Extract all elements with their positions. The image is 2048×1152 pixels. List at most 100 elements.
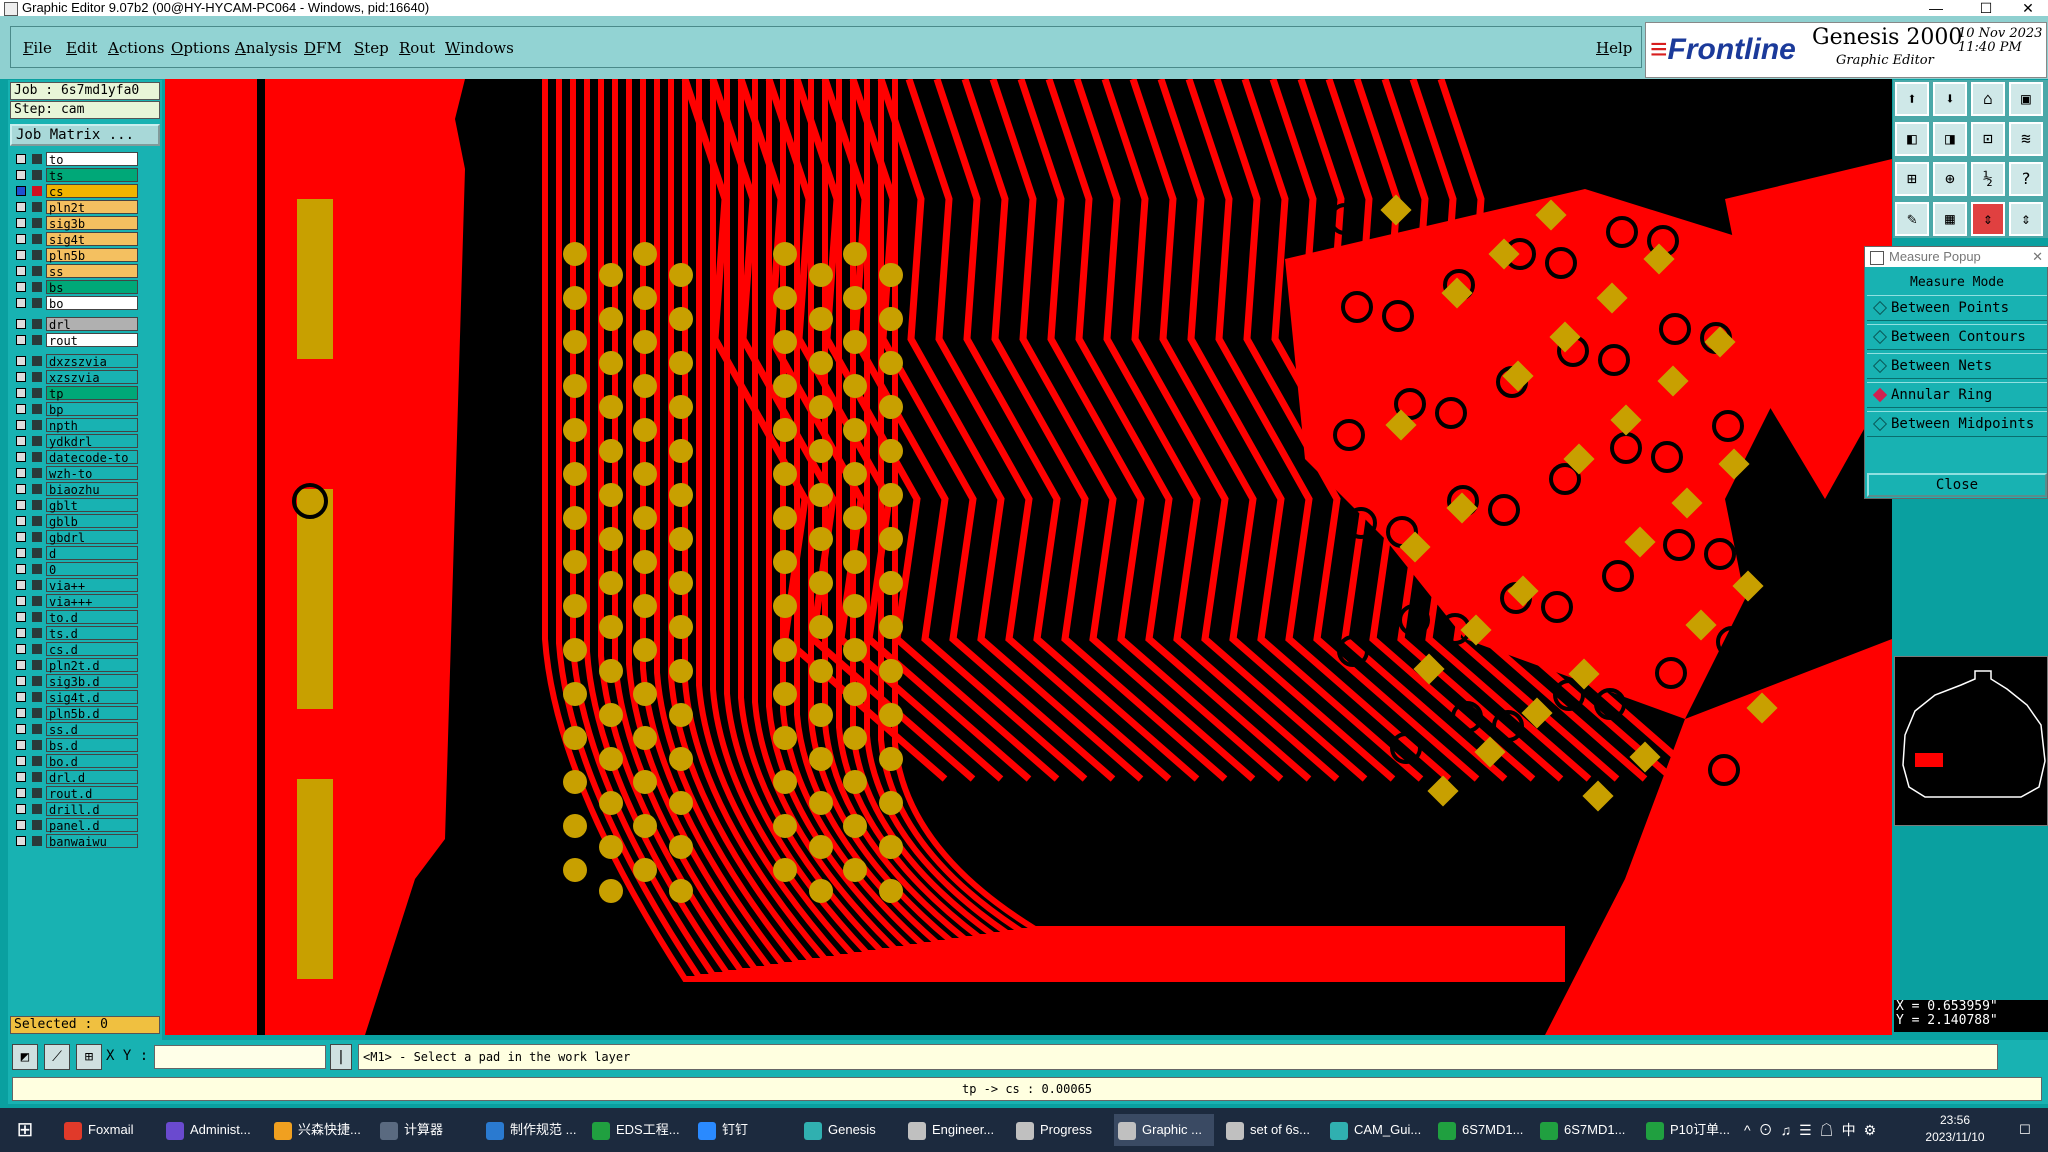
layer-checkbox[interactable] [16, 388, 26, 398]
window-icon[interactable]: ▣ [2009, 82, 2043, 116]
taskbar-item[interactable]: CAM_Gui... [1326, 1114, 1426, 1146]
layer-row-sig3b.d[interactable]: sig3b.d [12, 674, 140, 689]
layer-checkbox[interactable] [16, 154, 26, 164]
layer-checkbox[interactable] [16, 319, 26, 329]
menu-file[interactable]: File [23, 39, 52, 57]
layer-name[interactable]: ts.d [46, 626, 138, 641]
help-icon[interactable]: ? [2009, 162, 2043, 196]
layer-checkbox[interactable] [16, 644, 26, 654]
measure-close-button[interactable]: Close [1867, 473, 2047, 497]
layer-name[interactable]: d [46, 546, 138, 561]
layer-row-cs.d[interactable]: cs.d [12, 642, 140, 657]
layer-checkbox[interactable] [16, 788, 26, 798]
taskbar-item[interactable]: Progress [1012, 1114, 1112, 1146]
layer-row-sig4t[interactable]: sig4t [12, 232, 140, 247]
layer-checkbox[interactable] [16, 202, 26, 212]
taskbar-item[interactable]: Foxmail [60, 1114, 160, 1146]
layer-name[interactable]: pln5b [46, 248, 138, 263]
layer-checkbox[interactable] [16, 820, 26, 830]
layer-row-banwaiwu[interactable]: banwaiwu [12, 834, 140, 849]
menu-dfm[interactable]: DFM [304, 39, 342, 57]
menu-options[interactable]: Options [171, 39, 230, 57]
layer-row-gblt[interactable]: gblt [12, 498, 140, 513]
layer-checkbox[interactable] [16, 404, 26, 414]
layer-row-bo.d[interactable]: bo.d [12, 754, 140, 769]
layer-name[interactable]: bo [46, 296, 138, 311]
layer-row-panel.d[interactable]: panel.d [12, 818, 140, 833]
ruler-icon[interactable]: ⇕ [1971, 202, 2005, 236]
layer-row-0[interactable]: 0 [12, 562, 140, 577]
layer-name[interactable]: via+++ [46, 594, 138, 609]
layer-row-via+++[interactable]: via+++ [12, 594, 140, 609]
taskbar-item[interactable]: Graphic ... [1114, 1114, 1214, 1146]
layer-row-ss.d[interactable]: ss.d [12, 722, 140, 737]
layer-row-npth[interactable]: npth [12, 418, 140, 433]
layer-name[interactable]: rout.d [46, 786, 138, 801]
layer-name[interactable]: sig4t.d [46, 690, 138, 705]
layer-name[interactable]: drl [46, 317, 138, 332]
layer-name[interactable]: gblt [46, 498, 138, 513]
layer-name[interactable]: bo.d [46, 754, 138, 769]
layer-checkbox[interactable] [16, 420, 26, 430]
layer-checkbox[interactable] [16, 266, 26, 276]
layer-name[interactable]: ss.d [46, 722, 138, 737]
taskbar-item[interactable]: set of 6s... [1222, 1114, 1322, 1146]
layer-name[interactable]: bs.d [46, 738, 138, 753]
layer-name[interactable]: sig3b [46, 216, 138, 231]
layer-row-sig3b[interactable]: sig3b [12, 216, 140, 231]
layer-checkbox[interactable] [16, 580, 26, 590]
layer-checkbox[interactable] [16, 250, 26, 260]
layer-checkbox[interactable] [16, 692, 26, 702]
layer-row-to.d[interactable]: to.d [12, 610, 140, 625]
measure-option-between-nets[interactable]: Between Nets [1867, 353, 2047, 379]
layer-row-gblb[interactable]: gblb [12, 514, 140, 529]
layer-checkbox[interactable] [16, 564, 26, 574]
layer-row-cs[interactable]: cs [12, 184, 140, 199]
layer-row-bs[interactable]: bs [12, 280, 140, 295]
layer-name[interactable]: npth [46, 418, 138, 433]
layer-row-rout.d[interactable]: rout.d [12, 786, 140, 801]
layer-checkbox[interactable] [16, 452, 26, 462]
layer-row-to[interactable]: to [12, 152, 140, 167]
layer-name[interactable]: ts [46, 168, 138, 183]
layer-checkbox[interactable] [16, 186, 26, 196]
layer-name[interactable]: gblb [46, 514, 138, 529]
menu-windows[interactable]: Windows [445, 39, 514, 57]
xy-input[interactable] [154, 1045, 326, 1069]
layer-name[interactable]: bp [46, 402, 138, 417]
taskbar-item[interactable]: 钉钉 [694, 1114, 794, 1146]
home-icon[interactable]: ⌂ [1971, 82, 2005, 116]
layer-checkbox[interactable] [16, 836, 26, 846]
menu-help[interactable]: Help [1596, 39, 1632, 57]
menu-actions[interactable]: Actions [108, 39, 164, 57]
draw-tool-icon[interactable]: ⟋ [44, 1044, 70, 1070]
ruler2-icon[interactable]: ⇕ [2009, 202, 2043, 236]
layer-checkbox[interactable] [16, 724, 26, 734]
layer-name[interactable]: xzszvia [46, 370, 138, 385]
measure-icon[interactable]: ✎ [1895, 202, 1929, 236]
measure-option-between-contours[interactable]: Between Contours [1867, 324, 2047, 350]
layer-checkbox[interactable] [16, 372, 26, 382]
layer-name[interactable]: banwaiwu [46, 834, 138, 849]
fit-icon[interactable]: ⊞ [1895, 162, 1929, 196]
measure-close-icon[interactable]: ✕ [2032, 247, 2043, 267]
layer-checkbox[interactable] [16, 468, 26, 478]
layer-name[interactable]: via++ [46, 578, 138, 593]
layer-checkbox[interactable] [16, 298, 26, 308]
layer-checkbox[interactable] [16, 740, 26, 750]
taskbar-item[interactable]: 兴森快捷... [270, 1114, 370, 1146]
minimize-button[interactable]: — [1916, 0, 1956, 16]
layer-row-rout[interactable]: rout [12, 333, 140, 348]
zoom-down-icon[interactable]: ⬇ [1933, 82, 1967, 116]
layer-name[interactable]: rout [46, 333, 138, 348]
layer-name[interactable]: drl.d [46, 770, 138, 785]
layer-row-gbdrl[interactable]: gbdrl [12, 530, 140, 545]
layer-checkbox[interactable] [16, 218, 26, 228]
layer-checkbox[interactable] [16, 756, 26, 766]
layer-row-via++[interactable]: via++ [12, 578, 140, 593]
layer-name[interactable]: datecode-to [46, 450, 138, 465]
layer-checkbox[interactable] [16, 436, 26, 446]
overview-map[interactable] [1894, 656, 2048, 826]
pan-right-icon[interactable]: ◨ [1933, 122, 1967, 156]
layer-name[interactable]: cs.d [46, 642, 138, 657]
